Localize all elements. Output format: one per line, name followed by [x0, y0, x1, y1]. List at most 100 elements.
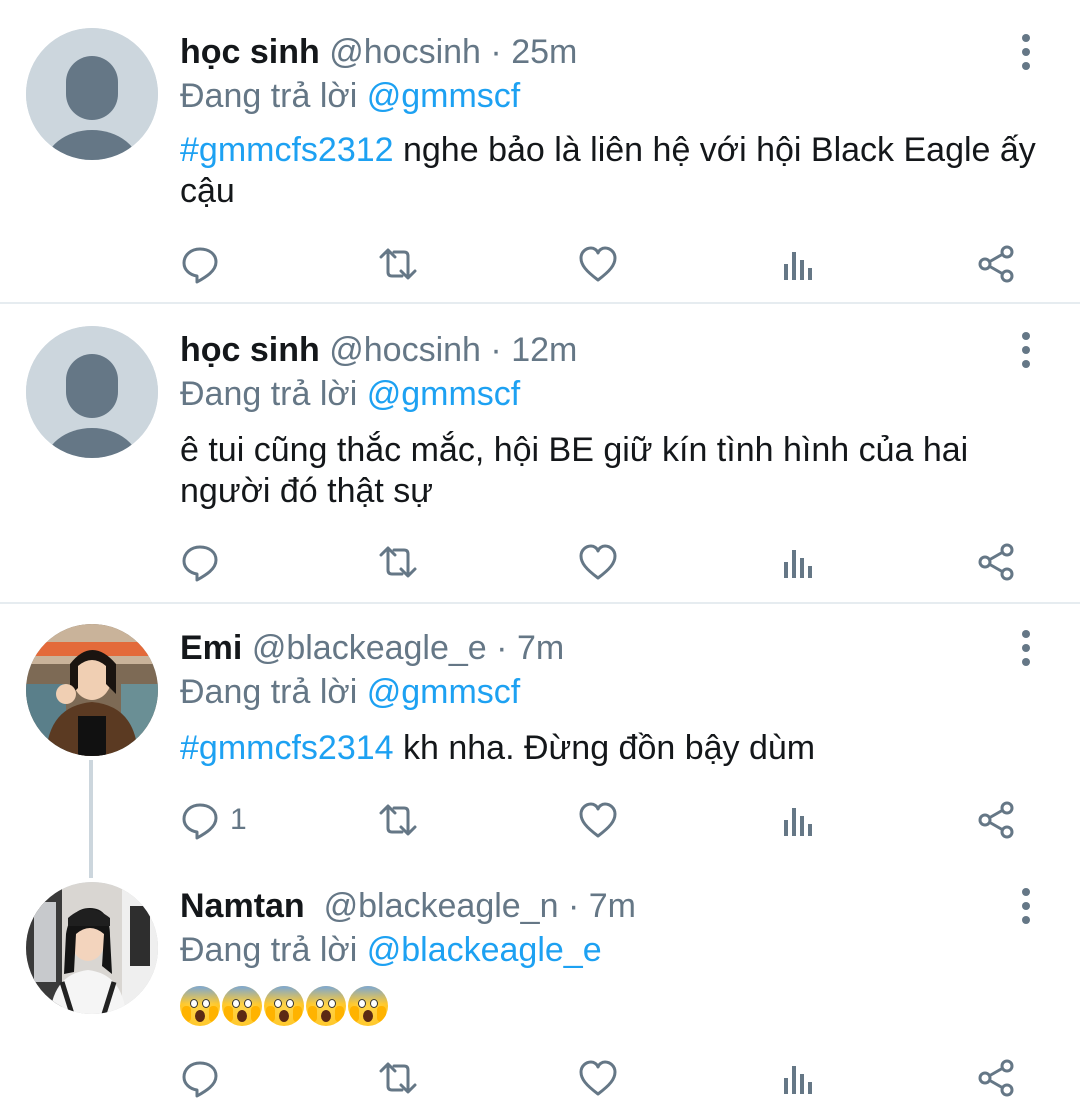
tweet-text: ê tui cũng thắc mắc, hội BE giữ kín tình…	[180, 430, 1040, 512]
retweet-button[interactable]	[378, 540, 418, 584]
display-name[interactable]: Namtan	[180, 887, 305, 925]
like-icon	[578, 542, 618, 582]
user-handle[interactable]: @hocsinh	[329, 331, 481, 369]
more-options-icon[interactable]	[1010, 32, 1042, 72]
reply-icon	[180, 244, 220, 284]
like-icon	[578, 800, 618, 840]
tweet-text: #gmmcfs2314 kh nha. Đừng đồn bậy dùm	[180, 728, 1040, 769]
tweet-text: #gmmcfs2312 nghe bảo là liên hệ với hội …	[180, 130, 1040, 212]
like-button[interactable]	[578, 798, 618, 842]
mention-link[interactable]: @gmmscf	[367, 673, 521, 711]
display-name[interactable]: học sinh	[180, 331, 320, 369]
screaming-face-emoji	[264, 986, 304, 1026]
hashtag-link[interactable]: #gmmcfs2314	[180, 729, 394, 767]
tweet-header: học sinh @hocsinh · 12m	[180, 330, 577, 370]
reply-icon	[180, 800, 220, 840]
tweet-emojis	[180, 986, 388, 1026]
like-button[interactable]	[578, 242, 618, 286]
retweet-icon	[378, 244, 418, 284]
share-button[interactable]	[976, 798, 1016, 842]
retweet-button[interactable]	[378, 242, 418, 286]
user-photo-avatar	[26, 624, 158, 756]
screaming-face-emoji	[348, 986, 388, 1026]
user-photo-avatar	[26, 882, 158, 1014]
share-icon	[976, 542, 1016, 582]
analytics-icon	[778, 244, 818, 284]
share-icon	[976, 244, 1016, 284]
more-options-icon[interactable]	[1010, 628, 1042, 668]
analytics-button[interactable]	[778, 242, 818, 286]
retweet-button[interactable]	[378, 1056, 418, 1100]
replying-to: Đang trả lời @gmmscf	[180, 374, 520, 414]
like-button[interactable]	[578, 1056, 618, 1100]
like-icon	[578, 244, 618, 284]
tweet-header: học sinh @hocsinh · 25m	[180, 32, 577, 72]
timestamp: · 7m	[496, 629, 565, 667]
tweet-actions	[0, 540, 1080, 584]
avatar[interactable]	[26, 326, 158, 458]
screaming-face-emoji	[180, 986, 220, 1026]
share-icon	[976, 1058, 1016, 1098]
tweet-body: ê tui cũng thắc mắc, hội BE giữ kín tình…	[180, 431, 969, 510]
avatar[interactable]	[26, 882, 158, 1014]
tweet-body: kh nha. Đừng đồn bậy dùm	[393, 729, 816, 767]
reply-icon	[180, 1058, 220, 1098]
tweet-header: Namtan @blackeagle_n · 7m	[180, 886, 636, 926]
reply-count: 1	[230, 803, 247, 836]
reply-icon	[180, 542, 220, 582]
divider	[0, 602, 1080, 604]
retweet-button[interactable]	[378, 798, 418, 842]
timestamp: · 12m	[490, 331, 578, 369]
analytics-icon	[778, 1058, 818, 1098]
reply-button[interactable]	[180, 242, 220, 286]
share-button[interactable]	[976, 242, 1016, 286]
share-button[interactable]	[976, 540, 1016, 584]
retweet-icon	[378, 1058, 418, 1098]
retweet-icon	[378, 542, 418, 582]
like-icon	[578, 1058, 618, 1098]
screaming-face-emoji	[222, 986, 262, 1026]
reply-button[interactable]	[180, 540, 220, 584]
tweet[interactable]: học sinh @hocsinh · 25m Đang trả lời @gm…	[0, 0, 1080, 304]
analytics-button[interactable]	[778, 1056, 818, 1100]
replying-to: Đang trả lời @blackeagle_e	[180, 930, 602, 970]
default-avatar-icon	[26, 28, 158, 160]
tweet-actions: 1	[0, 798, 1080, 842]
analytics-button[interactable]	[778, 798, 818, 842]
like-button[interactable]	[578, 540, 618, 584]
hashtag-link[interactable]: #gmmcfs2312	[180, 131, 394, 169]
replying-to: Đang trả lời @gmmscf	[180, 76, 520, 116]
replying-prefix: Đang trả lời	[180, 931, 358, 969]
mention-link[interactable]: @blackeagle_e	[367, 931, 602, 969]
share-icon	[976, 800, 1016, 840]
display-name[interactable]: Emi	[180, 629, 242, 667]
avatar[interactable]	[26, 624, 158, 756]
replying-prefix: Đang trả lời	[180, 375, 358, 413]
user-handle[interactable]: @hocsinh	[329, 33, 481, 71]
tweet-actions	[0, 242, 1080, 286]
analytics-icon	[778, 800, 818, 840]
retweet-icon	[378, 800, 418, 840]
timestamp: · 25m	[490, 33, 578, 71]
tweet-header: Emi @blackeagle_e · 7m	[180, 628, 564, 668]
analytics-icon	[778, 542, 818, 582]
mention-link[interactable]: @gmmscf	[367, 375, 521, 413]
user-handle[interactable]: @blackeagle_n	[324, 887, 559, 925]
replying-prefix: Đang trả lời	[180, 77, 358, 115]
analytics-button[interactable]	[778, 540, 818, 584]
mention-link[interactable]: @gmmscf	[367, 77, 521, 115]
screaming-face-emoji	[306, 986, 346, 1026]
default-avatar-icon	[26, 326, 158, 458]
share-button[interactable]	[976, 1056, 1016, 1100]
reply-button[interactable]	[180, 1056, 220, 1100]
replying-to: Đang trả lời @gmmscf	[180, 672, 520, 712]
user-handle[interactable]: @blackeagle_e	[252, 629, 487, 667]
more-options-icon[interactable]	[1010, 886, 1042, 926]
display-name[interactable]: học sinh	[180, 33, 320, 71]
reply-button[interactable]: 1	[180, 798, 247, 842]
more-options-icon[interactable]	[1010, 330, 1042, 370]
avatar[interactable]	[26, 28, 158, 160]
tweet-actions	[0, 1056, 1080, 1100]
divider	[0, 302, 1080, 304]
timestamp: · 7m	[567, 887, 636, 925]
